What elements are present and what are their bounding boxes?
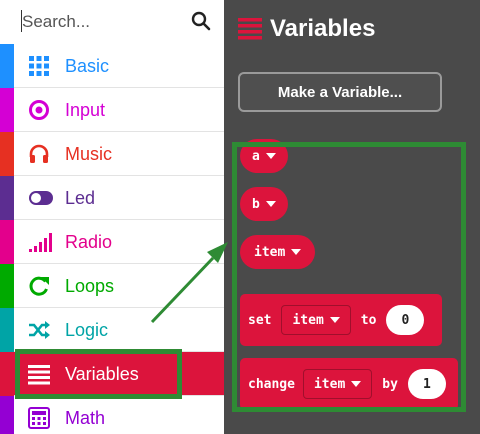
category-label: Led — [65, 188, 96, 208]
category-color-bar — [0, 396, 14, 434]
variable-dropdown[interactable]: item — [302, 369, 373, 399]
signal-bars-icon — [29, 233, 52, 252]
set-keyword: set — [248, 312, 272, 328]
category-math[interactable]: Math — [0, 396, 224, 434]
category-label: Music — [65, 144, 113, 164]
category-label: Logic — [65, 320, 109, 340]
value-input[interactable]: 1 — [407, 369, 446, 399]
category-label: Variables — [65, 364, 139, 384]
variable-name: a — [252, 148, 260, 164]
category-color-bar — [0, 264, 14, 308]
category-color-bar — [0, 352, 14, 396]
make-variable-button[interactable]: Make a Variable... — [238, 72, 442, 112]
set-variable-block[interactable]: set item to 0 — [240, 294, 442, 346]
shuffle-icon — [29, 321, 50, 339]
category-logic[interactable]: Logic — [0, 308, 224, 352]
category-label: Input — [65, 100, 106, 120]
variable-name: item — [254, 244, 286, 260]
toolbox: Basic Input Music Led — [0, 0, 224, 434]
dropdown-arrow-icon — [351, 381, 362, 387]
grid-icon — [29, 56, 49, 76]
category-label: Basic — [65, 56, 110, 76]
category-label: Radio — [65, 232, 113, 252]
list-icon — [28, 365, 50, 385]
dropdown-value: item — [313, 376, 346, 392]
category-loops[interactable]: Loops — [0, 264, 224, 308]
change-keyword: change — [248, 376, 295, 392]
value-input[interactable]: 0 — [386, 305, 425, 335]
variable-dropdown[interactable]: item — [281, 305, 351, 335]
dropdown-arrow-icon[interactable] — [265, 153, 276, 159]
dropdown-value: item — [292, 312, 324, 328]
category-color-bar — [0, 88, 14, 132]
headphones-icon — [29, 144, 49, 163]
variable-block-a[interactable]: a — [240, 139, 288, 173]
dropdown-arrow-icon[interactable] — [291, 249, 302, 255]
category-variables[interactable]: Variables — [0, 352, 224, 396]
search-box — [0, 0, 224, 44]
target-icon — [29, 100, 49, 120]
category-color-bar — [0, 132, 14, 176]
flyout-title: Variables — [270, 15, 376, 42]
list-icon — [238, 18, 262, 40]
category-color-bar — [0, 44, 14, 88]
variable-block-item[interactable]: item — [240, 235, 316, 269]
category-radio[interactable]: Radio — [0, 220, 224, 264]
calculator-icon — [28, 407, 50, 429]
category-led[interactable]: Led — [0, 176, 224, 220]
dropdown-arrow-icon[interactable] — [265, 201, 276, 207]
search-input[interactable] — [22, 8, 192, 36]
variables-flyout: Variables Make a Variable... a b item se… — [224, 0, 480, 434]
category-label: Loops — [65, 276, 115, 296]
by-keyword: by — [382, 376, 398, 392]
search-icon[interactable] — [191, 11, 211, 31]
to-keyword: to — [360, 312, 377, 328]
variable-block-b[interactable]: b — [240, 187, 288, 221]
category-basic[interactable]: Basic — [0, 44, 224, 88]
category-color-bar — [0, 220, 14, 264]
category-color-bar — [0, 308, 14, 352]
variable-name: b — [252, 196, 260, 212]
category-input[interactable]: Input — [0, 88, 224, 132]
dropdown-arrow-icon — [329, 317, 340, 323]
toggle-icon — [29, 191, 53, 205]
category-label: Math — [65, 408, 106, 428]
change-variable-block[interactable]: change item by 1 — [240, 358, 458, 410]
loop-arrow-icon — [29, 276, 49, 296]
category-music[interactable]: Music — [0, 132, 224, 176]
category-color-bar — [0, 176, 14, 220]
